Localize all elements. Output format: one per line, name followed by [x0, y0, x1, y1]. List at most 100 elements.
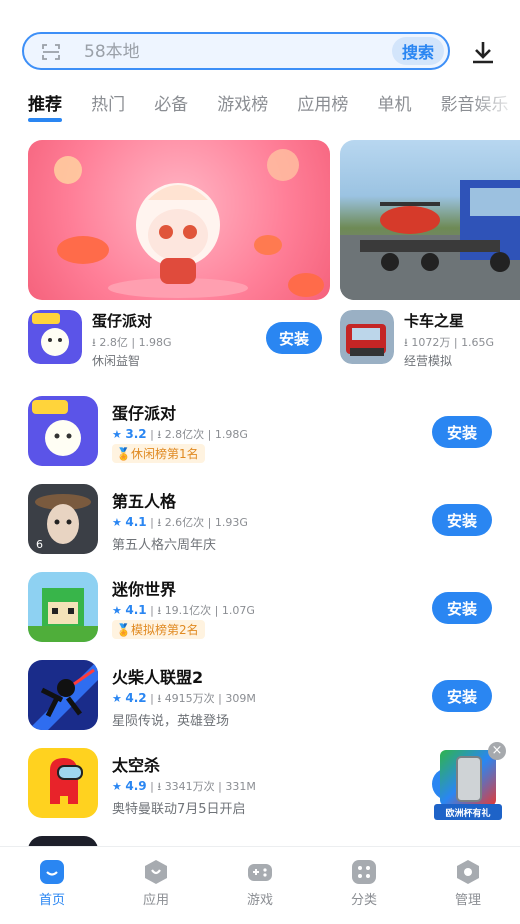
- tab-offline[interactable]: 单机: [377, 92, 411, 122]
- app-meta: ⭳ 1072万 | 1.65G: [404, 336, 495, 349]
- install-button[interactable]: 安装: [432, 416, 492, 448]
- download-count: 19.1亿次: [164, 604, 212, 617]
- category-icon: [352, 860, 376, 884]
- search-button[interactable]: 搜索: [392, 37, 444, 65]
- download-manager-icon[interactable]: [472, 40, 494, 64]
- star-icon: ★: [112, 604, 122, 617]
- rank-badge: 🏅休闲榜第1名: [112, 444, 205, 463]
- app-description: 星陨传说，英雄登场: [112, 714, 230, 729]
- install-button[interactable]: 安装: [432, 680, 492, 712]
- app-meta: ★ 4.1 | ⭳ 19.1亿次 | 1.07G: [112, 603, 255, 617]
- nav-categories[interactable]: 分类: [312, 847, 416, 924]
- nav-home[interactable]: 首页: [0, 847, 104, 924]
- nav-apps[interactable]: 应用: [104, 847, 208, 924]
- app-name: 蛋仔派对: [112, 404, 177, 423]
- star-icon: ★: [112, 780, 122, 793]
- app-meta: ★ 4.1 | ⭳ 2.6亿次 | 1.93G: [112, 515, 248, 529]
- banner-image[interactable]: [340, 140, 520, 300]
- tab-app-chart[interactable]: 应用榜: [297, 92, 348, 122]
- app-name: 蛋仔派对: [92, 312, 153, 330]
- search-bar: 搜索: [22, 32, 498, 72]
- banner-art: [340, 180, 520, 300]
- install-button[interactable]: 安装: [432, 504, 492, 536]
- scan-icon[interactable]: [42, 43, 60, 61]
- download-count: 3341万次: [164, 780, 215, 793]
- nav-label: 游戏: [246, 893, 273, 908]
- banner-image[interactable]: [28, 140, 330, 300]
- app-name: 卡车之星: [404, 312, 465, 330]
- app-meta: ★ 3.2 | ⭳ 2.8亿次 | 1.98G: [112, 427, 248, 441]
- nav-label: 首页: [38, 893, 65, 908]
- gamepad-icon: [248, 864, 272, 881]
- list-item[interactable]: 迷你世界 ★ 4.1 | ⭳ 19.1亿次 | 1.07G 🏅模拟榜第2名 安装: [28, 572, 520, 660]
- app-category: 经营模拟: [404, 354, 453, 368]
- app-meta: ⭳ 2.8亿 | 1.98G: [92, 336, 172, 349]
- app-icon[interactable]: [28, 748, 98, 818]
- app-rating: 4.2: [125, 691, 147, 705]
- nav-label: 应用: [142, 893, 169, 908]
- banner-card[interactable]: 卡车之星 ⭳ 1072万 | 1.65G 经营模拟: [340, 140, 520, 370]
- app-description: 第五人格六周年庆: [112, 538, 217, 553]
- rank-text: 休闲榜第1名: [130, 447, 199, 461]
- category-tabs: 推荐 热门 必备 游戏榜 应用榜 单机 影音娱乐: [28, 92, 520, 124]
- download-count: 2.8亿次: [164, 428, 205, 441]
- app-icon[interactable]: [340, 310, 394, 364]
- download-count: 2.8亿: [99, 336, 128, 349]
- app-size: 1.98G: [214, 428, 248, 441]
- manage-icon: [457, 860, 479, 884]
- close-icon[interactable]: ×: [488, 742, 506, 760]
- app-name: 火柴人联盟2: [112, 668, 204, 687]
- tab-game-chart[interactable]: 游戏榜: [217, 92, 268, 122]
- banner-app-info: 蛋仔派对 ⭳ 2.8亿 | 1.98G 休闲益智 安装: [28, 310, 330, 370]
- banner-art: [54, 149, 324, 298]
- bottom-nav: 首页 应用 游戏 分类 管理: [0, 846, 520, 924]
- nav-games[interactable]: 游戏: [208, 847, 312, 924]
- home-icon: [40, 860, 64, 884]
- app-size: 331M: [225, 780, 256, 793]
- phone-icon: [456, 756, 482, 802]
- app-rating: 4.1: [125, 603, 147, 617]
- tab-hot[interactable]: 热门: [91, 92, 125, 122]
- tab-fade: [470, 88, 520, 128]
- app-size: 1.07G: [221, 604, 255, 617]
- app-icon[interactable]: [28, 660, 98, 730]
- app-size: 1.65G: [461, 336, 495, 349]
- nav-label: 管理: [454, 893, 481, 908]
- app-name: 第五人格: [112, 492, 177, 511]
- list-item[interactable]: 6 第五人格 ★ 4.1 | ⭳ 2.6亿次 | 1.93G 第五人格六周年庆 …: [28, 484, 520, 572]
- banner-app-info: 卡车之星 ⭳ 1072万 | 1.65G 经营模拟: [340, 310, 520, 370]
- nav-manage[interactable]: 管理: [416, 847, 520, 924]
- install-button[interactable]: 安装: [432, 592, 492, 624]
- app-icon[interactable]: [28, 310, 82, 364]
- install-button[interactable]: 安装: [266, 322, 322, 354]
- tab-recommend[interactable]: 推荐: [28, 92, 62, 122]
- app-name: 太空杀: [112, 756, 161, 775]
- rank-text: 模拟榜第2名: [130, 623, 199, 637]
- app-size: 309M: [225, 692, 256, 705]
- app-store-home: 搜索 推荐 热门 必备 游戏榜 应用榜 单机 影音娱乐: [0, 0, 520, 924]
- promo-label[interactable]: 欧洲杯有礼: [434, 804, 502, 820]
- download-count: 2.6亿次: [164, 516, 205, 529]
- search-input[interactable]: [84, 40, 344, 64]
- list-item[interactable]: 火柴人联盟2 ★ 4.2 | ⭳ 4915万次 | 309M 星陨传说，英雄登场…: [28, 660, 520, 748]
- app-size: 1.98G: [138, 336, 172, 349]
- app-icon[interactable]: [28, 396, 98, 466]
- apps-icon: [145, 860, 167, 884]
- nav-label: 分类: [350, 893, 377, 908]
- floating-promo[interactable]: 欧洲杯有礼 ×: [432, 742, 506, 822]
- tab-essential[interactable]: 必备: [154, 92, 188, 122]
- app-category: 休闲益智: [92, 354, 141, 368]
- star-icon: ★: [112, 692, 122, 705]
- app-icon[interactable]: 6: [28, 484, 98, 554]
- app-icon[interactable]: [28, 572, 98, 642]
- search-box[interactable]: 搜索: [22, 32, 450, 70]
- banner-card[interactable]: 蛋仔派对 ⭳ 2.8亿 | 1.98G 休闲益智 安装: [28, 140, 330, 370]
- rank-badge: 🏅模拟榜第2名: [112, 620, 205, 639]
- app-size: 1.93G: [214, 516, 248, 529]
- app-list: 蛋仔派对 ★ 3.2 | ⭳ 2.8亿次 | 1.98G 🏅休闲榜第1名 安装 …: [28, 396, 520, 924]
- list-item[interactable]: 蛋仔派对 ★ 3.2 | ⭳ 2.8亿次 | 1.98G 🏅休闲榜第1名 安装: [28, 396, 520, 484]
- app-rating: 3.2: [125, 427, 147, 441]
- download-count: 4915万次: [164, 692, 215, 705]
- app-rating: 4.1: [125, 515, 147, 529]
- app-description: 奥特曼联动7月5日开启: [112, 802, 246, 817]
